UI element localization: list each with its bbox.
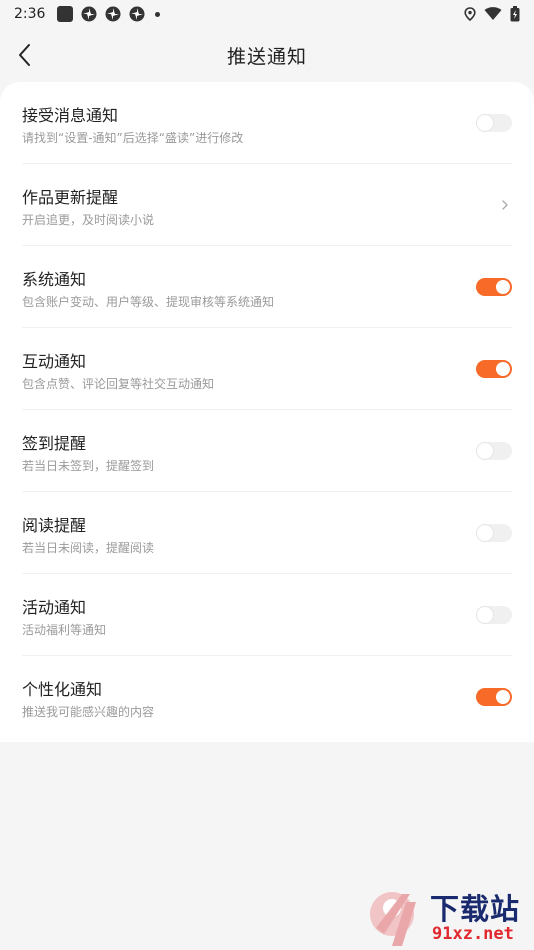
setting-row-checkin-reminder: 签到提醒 若当日未签到，提醒签到 xyxy=(22,410,512,492)
toggle-knob xyxy=(477,525,493,541)
notification-settings-screen: 2:36 推送通知 接受消息通知 请找到“设置-通知”后选择“盛读”进行修改 作… xyxy=(0,0,534,950)
chevron-right-icon[interactable] xyxy=(500,196,510,214)
setting-title: 作品更新提醒 xyxy=(22,188,119,207)
watermark-logo-icon xyxy=(370,892,416,946)
notification-icons xyxy=(57,6,161,22)
toggle-switch[interactable] xyxy=(476,114,512,132)
location-icon xyxy=(464,7,476,21)
setting-subtitle: 活动福利等通知 xyxy=(22,623,107,637)
toggle-switch[interactable] xyxy=(476,606,512,624)
setting-subtitle: 请找到“设置-通知”后选择“盛读”进行修改 xyxy=(22,131,244,145)
toggle-switch[interactable] xyxy=(476,524,512,542)
back-button[interactable] xyxy=(10,40,38,70)
status-bar: 2:36 xyxy=(0,0,534,28)
setting-title: 接受消息通知 xyxy=(22,106,119,125)
toggle-switch[interactable] xyxy=(476,688,512,706)
toggle-knob xyxy=(496,690,510,704)
setting-subtitle: 若当日未签到，提醒签到 xyxy=(22,459,155,473)
setting-row-work-update-reminder[interactable]: 作品更新提醒 开启追更，及时阅读小说 xyxy=(22,164,512,246)
toggle-switch[interactable] xyxy=(476,442,512,460)
status-time: 2:36 xyxy=(14,6,46,22)
setting-subtitle: 包含账户变动、用户等级、提现审核等系统通知 xyxy=(22,295,275,309)
setting-title: 个性化通知 xyxy=(22,680,103,699)
setting-title: 签到提醒 xyxy=(22,434,87,453)
setting-title: 互动通知 xyxy=(22,352,87,371)
watermark: 下载站 91xz.net xyxy=(362,884,534,950)
toggle-switch[interactable] xyxy=(476,360,512,378)
settings-card: 接受消息通知 请找到“设置-通知”后选择“盛读”进行修改 作品更新提醒 开启追更… xyxy=(0,82,534,742)
system-icons xyxy=(464,6,520,22)
setting-row-interaction-notifications: 互动通知 包含点赞、评论回复等社交互动通知 xyxy=(22,328,512,410)
setting-title: 活动通知 xyxy=(22,598,87,617)
setting-subtitle: 开启追更，及时阅读小说 xyxy=(22,213,155,227)
pinwheel-icon xyxy=(81,6,97,22)
app-notification-icon xyxy=(57,6,74,22)
battery-icon xyxy=(510,6,520,22)
setting-row-accept-notifications: 接受消息通知 请找到“设置-通知”后选择“盛读”进行修改 xyxy=(22,82,512,164)
setting-row-personalized-notifications: 个性化通知 推送我可能感兴趣的内容 xyxy=(22,656,512,738)
setting-subtitle: 包含点赞、评论回复等社交互动通知 xyxy=(22,377,215,391)
more-notifications-dot-icon xyxy=(155,11,161,17)
setting-row-system-notifications: 系统通知 包含账户变动、用户等级、提现审核等系统通知 xyxy=(22,246,512,328)
watermark-title: 下载站 xyxy=(430,892,521,926)
setting-title: 阅读提醒 xyxy=(22,516,87,535)
back-arrow-icon xyxy=(19,44,30,66)
toggle-knob xyxy=(496,280,510,294)
wifi-icon xyxy=(484,7,502,21)
pinwheel-icon xyxy=(129,6,145,22)
setting-subtitle: 推送我可能感兴趣的内容 xyxy=(22,705,155,719)
toggle-knob xyxy=(496,362,510,376)
watermark-url: 91xz.net xyxy=(432,924,514,944)
setting-title: 系统通知 xyxy=(22,270,87,289)
toggle-switch[interactable] xyxy=(476,278,512,296)
toggle-knob xyxy=(477,607,493,623)
nav-header: 推送通知 xyxy=(0,28,534,82)
toggle-knob xyxy=(477,115,493,131)
toggle-knob xyxy=(477,443,493,459)
setting-row-activity-notifications: 活动通知 活动福利等通知 xyxy=(22,574,512,656)
page-title: 推送通知 xyxy=(226,45,307,68)
setting-subtitle: 若当日未阅读，提醒阅读 xyxy=(22,541,155,555)
pinwheel-icon xyxy=(105,6,121,22)
setting-row-reading-reminder: 阅读提醒 若当日未阅读，提醒阅读 xyxy=(22,492,512,574)
